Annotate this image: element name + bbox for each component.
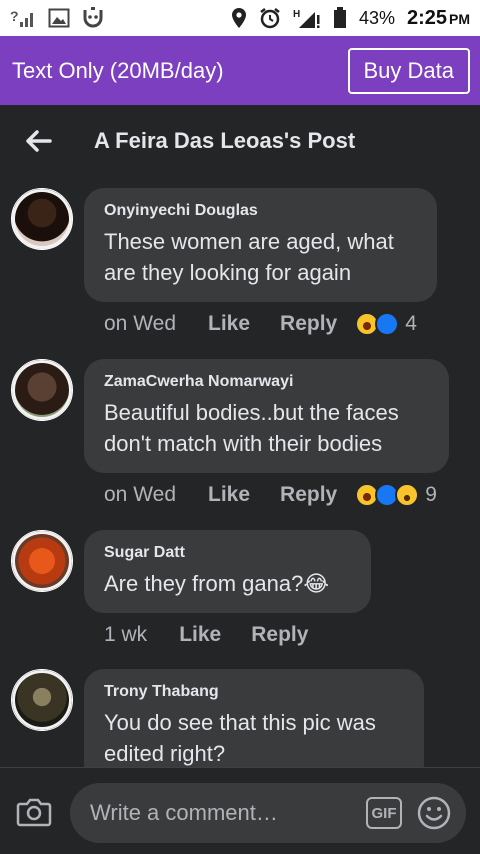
comment-author[interactable]: Trony Thabang <box>104 683 404 701</box>
comment-text: These women are aged, what are they look… <box>104 229 394 285</box>
svg-text:?: ? <box>10 8 19 24</box>
status-time-ampm: PM <box>449 10 470 27</box>
status-right: H 43% 2:25 PM <box>231 7 470 30</box>
reply-button[interactable]: Reply <box>280 312 337 336</box>
status-left: ? <box>10 6 104 30</box>
comment-meta: on Wed Like Reply 9 <box>104 483 437 507</box>
wow-icon <box>395 483 420 507</box>
comment-bubble[interactable]: Sugar Datt Are they from gana?😂 <box>84 530 371 613</box>
post-header: A Feira Das Leoas's Post <box>0 105 480 177</box>
gallery-icon <box>48 8 70 28</box>
reaction-count[interactable]: 9 <box>425 483 437 507</box>
avatar[interactable] <box>11 669 73 731</box>
comment-author[interactable]: ZamaCwerha Nomarwayi <box>104 373 429 391</box>
like-icon <box>375 312 400 336</box>
data-mode-banner: Text Only (20MB/day) Buy Data <box>0 36 480 105</box>
reply-button[interactable]: Reply <box>280 483 337 507</box>
page-title: A Feira Das Leoas's Post <box>94 128 356 153</box>
comment-composer: GIF <box>0 767 480 854</box>
reply-button[interactable]: Reply <box>251 623 308 647</box>
status-bar: ? H 43% 2:25 PM <box>0 0 480 36</box>
comment-text: You do see that this pic was edited righ… <box>104 710 376 766</box>
like-button[interactable]: Like <box>179 623 221 647</box>
battery-percent: 43% <box>358 7 395 28</box>
emoji-icon[interactable] <box>416 795 452 831</box>
avatar[interactable] <box>11 530 73 592</box>
network-type-label: H <box>293 9 300 20</box>
comment-author[interactable]: Onyinyechi Douglas <box>104 202 417 220</box>
back-arrow-icon[interactable] <box>22 125 54 157</box>
alarm-icon <box>259 7 281 29</box>
status-time: 2:25 PM <box>407 7 470 30</box>
battery-icon <box>333 7 347 29</box>
comment-bubble[interactable]: Onyinyechi Douglas These women are aged,… <box>84 188 437 302</box>
comment-bubble[interactable]: Trony Thabang You do see that this pic w… <box>84 669 424 767</box>
avatar[interactable] <box>11 188 73 250</box>
comment-input[interactable] <box>88 783 358 843</box>
comment-time[interactable]: on Wed <box>104 312 176 336</box>
like-button[interactable]: Like <box>208 312 250 336</box>
camera-icon[interactable] <box>16 796 52 828</box>
reaction-count[interactable]: 4 <box>405 312 417 336</box>
comment-input-container[interactable]: GIF <box>70 783 466 843</box>
comment-meta: 1 wk Like Reply <box>104 623 338 647</box>
comment-time[interactable]: on Wed <box>104 483 176 507</box>
comment-author[interactable]: Sugar Datt <box>104 544 351 562</box>
data-mode-label: Text Only (20MB/day) <box>12 57 224 83</box>
status-time-value: 2:25 <box>406 6 447 29</box>
comment-text: Are they from gana?😂 <box>104 571 330 596</box>
comment-bubble[interactable]: ZamaCwerha Nomarwayi Beautiful bodies..b… <box>84 359 449 473</box>
mobile-signal-icon: H <box>293 7 321 29</box>
reaction-summary[interactable] <box>355 312 400 336</box>
location-icon <box>231 7 247 29</box>
comment-list[interactable]: Onyinyechi Douglas These women are aged,… <box>0 177 480 767</box>
avatar[interactable] <box>11 359 73 421</box>
comment-meta: on Wed Like Reply 4 <box>104 312 417 336</box>
like-button[interactable]: Like <box>208 483 250 507</box>
gif-button[interactable]: GIF <box>366 797 402 829</box>
reaction-summary[interactable] <box>355 483 420 507</box>
signal-unknown-icon: ? <box>10 7 36 29</box>
comment-time[interactable]: 1 wk <box>104 623 147 647</box>
app-notification-icon <box>82 6 104 30</box>
buy-data-button[interactable]: Buy Data <box>347 47 470 94</box>
comment-text: Beautiful bodies..but the faces don't ma… <box>104 400 399 456</box>
